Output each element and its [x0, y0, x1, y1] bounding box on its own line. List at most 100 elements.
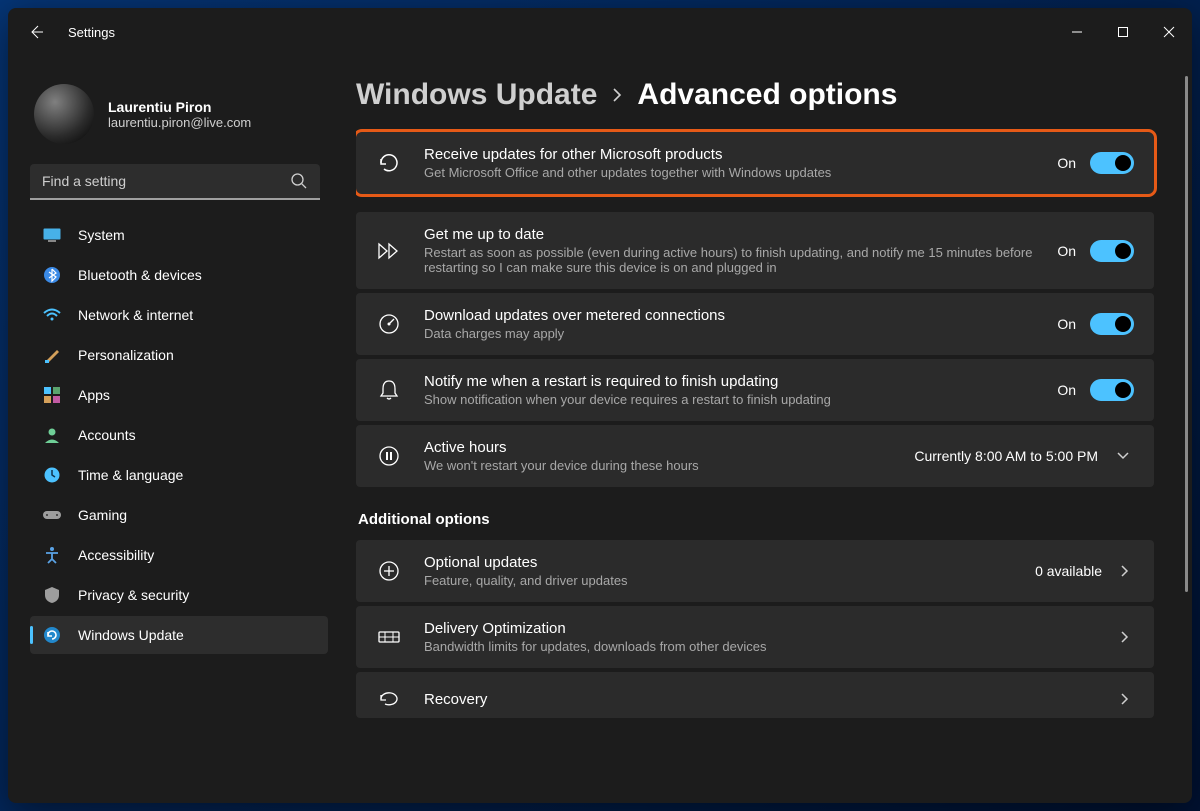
sidebar-item-system[interactable]: System [30, 216, 328, 254]
bell-icon [376, 377, 402, 403]
pause-clock-icon [376, 443, 402, 469]
setting-title: Recovery [424, 691, 1094, 708]
setting-subtitle: We won't restart your device during thes… [424, 458, 892, 473]
breadcrumb-current: Advanced options [637, 78, 897, 112]
sidebar-item-personalization[interactable]: Personalization [30, 336, 328, 374]
toggle-switch[interactable] [1090, 379, 1134, 401]
breadcrumb-parent[interactable]: Windows Update [356, 78, 597, 112]
clock-globe-icon [42, 465, 62, 485]
chevron-right-icon [611, 87, 623, 103]
chevron-right-icon [1116, 564, 1134, 578]
back-button[interactable] [22, 18, 50, 46]
scrollbar-thumb[interactable] [1185, 76, 1188, 592]
sidebar-item-label: Time & language [78, 467, 183, 483]
nav-list: System Bluetooth & devices Network & int… [30, 216, 328, 654]
setting-subtitle: Feature, quality, and driver updates [424, 573, 1013, 588]
wifi-icon [42, 305, 62, 325]
setting-subtitle: Get Microsoft Office and other updates t… [424, 165, 1035, 180]
setting-title: Notify me when a restart is required to … [424, 373, 1035, 390]
sidebar-item-label: Privacy & security [78, 587, 189, 603]
sidebar-item-bluetooth[interactable]: Bluetooth & devices [30, 256, 328, 294]
sidebar-item-apps[interactable]: Apps [30, 376, 328, 414]
setting-metered-connections[interactable]: Download updates over metered connection… [356, 293, 1154, 355]
fast-forward-icon [376, 238, 402, 264]
setting-title: Optional updates [424, 554, 1013, 571]
breadcrumb: Windows Update Advanced options [356, 78, 1154, 112]
sidebar-item-label: Personalization [78, 347, 174, 363]
shield-icon [42, 585, 62, 605]
person-icon [42, 425, 62, 445]
plus-circle-icon [376, 558, 402, 584]
sidebar-item-label: Bluetooth & devices [78, 267, 202, 283]
setting-restart-notify[interactable]: Notify me when a restart is required to … [356, 359, 1154, 421]
setting-recovery[interactable]: Recovery [356, 672, 1154, 718]
toggle-state-label: On [1057, 316, 1076, 332]
setting-optional-updates[interactable]: Optional updates Feature, quality, and d… [356, 540, 1154, 602]
sidebar-item-windows-update[interactable]: Windows Update [30, 616, 328, 654]
active-hours-value: Currently 8:00 AM to 5:00 PM [914, 448, 1098, 464]
accessibility-icon [42, 545, 62, 565]
setting-subtitle: Show notification when your device requi… [424, 392, 1035, 407]
sidebar-item-gaming[interactable]: Gaming [30, 496, 328, 534]
apps-icon [42, 385, 62, 405]
close-button[interactable] [1146, 16, 1192, 48]
scrollbar[interactable] [1185, 76, 1188, 793]
sidebar-item-label: Apps [78, 387, 110, 403]
sidebar-item-network[interactable]: Network & internet [30, 296, 328, 334]
chevron-down-icon [1112, 451, 1134, 461]
chevron-right-icon [1116, 692, 1134, 706]
sidebar-item-privacy-security[interactable]: Privacy & security [30, 576, 328, 614]
profile-email: laurentiu.piron@live.com [108, 115, 251, 130]
setting-subtitle: Restart as soon as possible (even during… [424, 245, 1035, 275]
section-header-additional: Additional options [358, 511, 1154, 528]
search-icon [290, 172, 308, 190]
toggle-switch[interactable] [1090, 240, 1134, 262]
setting-title: Delivery Optimization [424, 620, 1094, 637]
chevron-right-icon [1116, 630, 1134, 644]
setting-subtitle: Bandwidth limits for updates, downloads … [424, 639, 1094, 654]
update-icon [42, 625, 62, 645]
bluetooth-icon [42, 265, 62, 285]
profile-name: Laurentiu Piron [108, 99, 251, 115]
content-area: Windows Update Advanced options Receive … [338, 56, 1192, 803]
sidebar-item-label: Gaming [78, 507, 127, 523]
avatar [34, 84, 94, 144]
setting-title: Receive updates for other Microsoft prod… [424, 146, 1035, 163]
toggle-state-label: On [1057, 243, 1076, 259]
setting-title: Active hours [424, 439, 892, 456]
sidebar: Laurentiu Piron laurentiu.piron@live.com… [8, 56, 338, 803]
brush-icon [42, 345, 62, 365]
toggle-switch[interactable] [1090, 313, 1134, 335]
sidebar-item-label: Network & internet [78, 307, 193, 323]
sidebar-item-accounts[interactable]: Accounts [30, 416, 328, 454]
optional-updates-value: 0 available [1035, 563, 1102, 579]
minimize-button[interactable] [1054, 16, 1100, 48]
setting-subtitle: Data charges may apply [424, 326, 1035, 341]
meter-icon [376, 311, 402, 337]
maximize-button[interactable] [1100, 16, 1146, 48]
toggle-state-label: On [1057, 382, 1076, 398]
sidebar-item-time-language[interactable]: Time & language [30, 456, 328, 494]
gamepad-icon [42, 505, 62, 525]
setting-get-me-up-to-date[interactable]: Get me up to date Restart as soon as pos… [356, 212, 1154, 289]
delivery-icon [376, 624, 402, 650]
titlebar: Settings [8, 8, 1192, 56]
setting-active-hours[interactable]: Active hours We won't restart your devic… [356, 425, 1154, 487]
sidebar-item-label: Accessibility [78, 547, 154, 563]
settings-window: Settings Laurentiu Piron laurentiu.piron… [8, 8, 1192, 803]
sidebar-item-label: System [78, 227, 125, 243]
toggle-state-label: On [1057, 155, 1076, 171]
toggle-switch[interactable] [1090, 152, 1134, 174]
recovery-icon [376, 686, 402, 712]
setting-delivery-optimization[interactable]: Delivery Optimization Bandwidth limits f… [356, 606, 1154, 668]
app-title: Settings [68, 25, 115, 40]
sidebar-item-label: Windows Update [78, 627, 184, 643]
search-input[interactable] [30, 164, 320, 200]
setting-receive-other-products[interactable]: Receive updates for other Microsoft prod… [356, 132, 1154, 194]
sidebar-item-accessibility[interactable]: Accessibility [30, 536, 328, 574]
setting-title: Get me up to date [424, 226, 1035, 243]
sidebar-item-label: Accounts [78, 427, 136, 443]
history-icon [376, 150, 402, 176]
profile-block[interactable]: Laurentiu Piron laurentiu.piron@live.com [30, 76, 328, 164]
monitor-icon [42, 225, 62, 245]
